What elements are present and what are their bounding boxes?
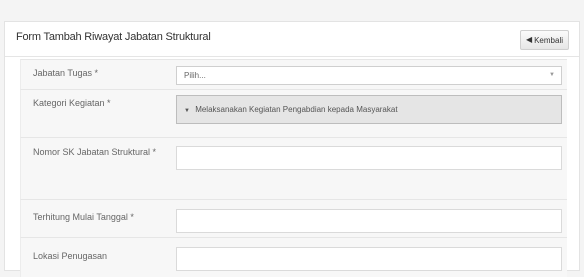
jabatan-tugas-placeholder: Pilih... xyxy=(184,71,206,80)
caret-down-icon: ▼ xyxy=(549,72,555,78)
lokasi-penugasan-label: Lokasi Penugasan xyxy=(33,251,108,261)
panel-header: Form Tambah Riwayat Jabatan Struktural ◀… xyxy=(5,22,579,57)
form-row-nomor-sk: Nomor SK Jabatan Struktural * xyxy=(20,137,567,199)
page-title: Form Tambah Riwayat Jabatan Struktural xyxy=(16,31,211,43)
form-row-kategori-kegiatan: Kategori Kegiatan * ▼ Melaksanakan Kegia… xyxy=(20,89,567,137)
kategori-kegiatan-value: Melaksanakan Kegiatan Pengabdian kepada … xyxy=(195,105,398,114)
terhitung-mulai-input[interactable] xyxy=(176,209,562,233)
nomor-sk-label: Nomor SK Jabatan Struktural * xyxy=(33,147,157,157)
back-button-label: Kembali xyxy=(534,35,563,45)
form-row-jabatan-tugas: Jabatan Tugas * Pilih... ▼ xyxy=(20,59,567,89)
arrow-left-icon: ◀ xyxy=(525,35,533,44)
jabatan-tugas-label: Jabatan Tugas * xyxy=(33,68,99,78)
kategori-kegiatan-select[interactable]: ▼ Melaksanakan Kegiatan Pengabdian kepad… xyxy=(176,95,562,124)
form-row-terhitung-mulai: Terhitung Mulai Tanggal * xyxy=(20,199,567,237)
kategori-kegiatan-label: Kategori Kegiatan * xyxy=(33,98,111,108)
chevron-down-icon: ▼ xyxy=(184,108,190,114)
form-row-lokasi-penugasan: Lokasi Penugasan xyxy=(20,237,567,277)
nomor-sk-input[interactable] xyxy=(176,146,562,170)
back-button[interactable]: ◀ Kembali xyxy=(519,30,569,50)
jabatan-tugas-select[interactable]: Pilih... ▼ xyxy=(176,66,562,85)
lokasi-penugasan-input[interactable] xyxy=(176,247,562,271)
form-panel: Form Tambah Riwayat Jabatan Struktural ◀… xyxy=(4,21,580,277)
terhitung-mulai-label: Terhitung Mulai Tanggal * xyxy=(33,212,134,222)
